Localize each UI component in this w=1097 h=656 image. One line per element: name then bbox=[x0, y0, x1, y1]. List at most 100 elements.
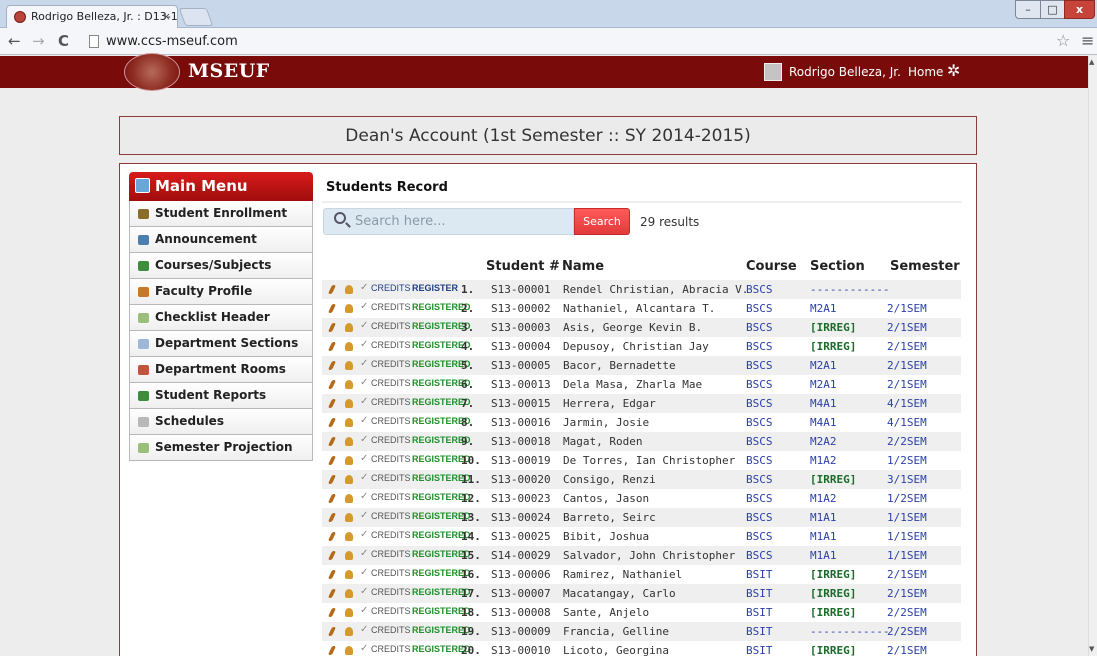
semester-link[interactable]: 1/2SEM bbox=[887, 492, 927, 505]
sidebar-item-courses-subjects[interactable]: Courses/Subjects bbox=[129, 253, 313, 279]
section-link[interactable]: [IRREG] bbox=[810, 606, 856, 619]
student-profile-icon[interactable] bbox=[345, 437, 353, 446]
credits-link[interactable]: CREDITS bbox=[371, 340, 411, 350]
student-profile-icon[interactable] bbox=[345, 494, 353, 503]
student-profile-icon[interactable] bbox=[345, 589, 353, 598]
checkmark-icon[interactable]: ✓ bbox=[360, 472, 368, 483]
semester-link[interactable]: 1/1SEM bbox=[887, 511, 927, 524]
section-link[interactable]: M1A1 bbox=[810, 549, 837, 562]
search-input[interactable]: Search here... bbox=[323, 208, 574, 235]
edit-pencil-icon[interactable] bbox=[327, 513, 337, 522]
sidebar-item-schedules[interactable]: Schedules bbox=[129, 409, 313, 435]
checkmark-icon[interactable]: ✓ bbox=[360, 491, 368, 502]
semester-link[interactable]: 2/1SEM bbox=[887, 644, 927, 656]
checkmark-icon[interactable]: ✓ bbox=[360, 358, 368, 369]
credits-link[interactable]: CREDITS bbox=[371, 568, 411, 578]
student-profile-icon[interactable] bbox=[345, 418, 353, 427]
semester-link[interactable]: 2/1SEM bbox=[887, 568, 927, 581]
sidebar-item-faculty-profile[interactable]: Faculty Profile bbox=[129, 279, 313, 305]
credits-link[interactable]: CREDITS bbox=[371, 302, 411, 312]
section-link[interactable]: M1A2 bbox=[810, 454, 837, 467]
minimize-button[interactable]: – bbox=[1015, 0, 1041, 19]
semester-link[interactable]: 2/1SEM bbox=[887, 359, 927, 372]
section-link[interactable]: M1A2 bbox=[810, 492, 837, 505]
section-link[interactable]: ------------ bbox=[810, 283, 889, 296]
checkmark-icon[interactable]: ✓ bbox=[360, 415, 368, 426]
edit-pencil-icon[interactable] bbox=[327, 608, 337, 617]
course-link[interactable]: BSIT bbox=[746, 625, 773, 638]
edit-pencil-icon[interactable] bbox=[327, 551, 337, 560]
section-link[interactable]: [IRREG] bbox=[810, 568, 856, 581]
edit-pencil-icon[interactable] bbox=[327, 304, 337, 313]
semester-link[interactable]: 2/2SEM bbox=[887, 625, 927, 638]
sidebar-item-announcement[interactable]: Announcement bbox=[129, 227, 313, 253]
section-link[interactable]: M2A1 bbox=[810, 359, 837, 372]
section-link[interactable]: [IRREG] bbox=[810, 321, 856, 334]
site-logo-text[interactable]: MSEUF bbox=[188, 60, 270, 82]
bookmark-star-icon[interactable]: ☆ bbox=[1056, 31, 1070, 50]
new-tab-button[interactable] bbox=[178, 8, 214, 26]
credits-link[interactable]: CREDITS bbox=[371, 397, 411, 407]
semester-link[interactable]: 2/2SEM bbox=[887, 606, 927, 619]
section-link[interactable]: [IRREG] bbox=[810, 340, 856, 353]
checkmark-icon[interactable]: ✓ bbox=[360, 339, 368, 350]
semester-link[interactable]: 1/1SEM bbox=[887, 549, 927, 562]
edit-pencil-icon[interactable] bbox=[327, 570, 337, 579]
home-link[interactable]: Home bbox=[908, 65, 943, 79]
section-link[interactable]: M2A1 bbox=[810, 302, 837, 315]
checkmark-icon[interactable]: ✓ bbox=[360, 624, 368, 635]
credits-link[interactable]: CREDITS bbox=[371, 416, 411, 426]
browser-tab[interactable]: Rodrigo Belleza, Jr. : D13-1 × bbox=[6, 5, 178, 28]
checkmark-icon[interactable]: ✓ bbox=[360, 567, 368, 578]
edit-pencil-icon[interactable] bbox=[327, 418, 337, 427]
credits-link[interactable]: CREDITS bbox=[371, 549, 411, 559]
edit-pencil-icon[interactable] bbox=[327, 323, 337, 332]
tab-close-icon[interactable]: × bbox=[162, 6, 171, 28]
checkmark-icon[interactable]: ✓ bbox=[360, 510, 368, 521]
sidebar-item-department-rooms[interactable]: Department Rooms bbox=[129, 357, 313, 383]
checkmark-icon[interactable]: ✓ bbox=[360, 453, 368, 464]
course-link[interactable]: BSCS bbox=[746, 492, 773, 505]
student-profile-icon[interactable] bbox=[345, 361, 353, 370]
semester-link[interactable]: 4/1SEM bbox=[887, 397, 927, 410]
student-profile-icon[interactable] bbox=[345, 608, 353, 617]
student-profile-icon[interactable] bbox=[345, 513, 353, 522]
course-link[interactable]: BSIT bbox=[746, 587, 773, 600]
checkmark-icon[interactable]: ✓ bbox=[360, 434, 368, 445]
section-link[interactable]: M2A2 bbox=[810, 435, 837, 448]
window-close-button[interactable]: x bbox=[1064, 0, 1095, 19]
search-button[interactable]: Search bbox=[574, 208, 630, 235]
sidebar-item-student-reports[interactable]: Student Reports bbox=[129, 383, 313, 409]
checkmark-icon[interactable]: ✓ bbox=[360, 282, 368, 293]
course-link[interactable]: BSCS bbox=[746, 321, 773, 334]
student-profile-icon[interactable] bbox=[345, 285, 353, 294]
register-link[interactable]: REGISTER bbox=[412, 283, 458, 293]
edit-pencil-icon[interactable] bbox=[327, 285, 337, 294]
credits-link[interactable]: CREDITS bbox=[371, 378, 411, 388]
semester-link[interactable]: 2/1SEM bbox=[887, 378, 927, 391]
edit-pencil-icon[interactable] bbox=[327, 399, 337, 408]
course-link[interactable]: BSCS bbox=[746, 416, 773, 429]
credits-link[interactable]: CREDITS bbox=[371, 644, 411, 654]
url-input[interactable]: www.ccs-mseuf.com bbox=[86, 31, 1086, 52]
semester-link[interactable]: 2/1SEM bbox=[887, 587, 927, 600]
scroll-up-icon[interactable]: ▲ bbox=[1089, 58, 1094, 66]
course-link[interactable]: BSCS bbox=[746, 454, 773, 467]
maximize-button[interactable]: □ bbox=[1040, 0, 1065, 19]
course-link[interactable]: BSCS bbox=[746, 397, 773, 410]
student-profile-icon[interactable] bbox=[345, 551, 353, 560]
student-profile-icon[interactable] bbox=[345, 570, 353, 579]
edit-pencil-icon[interactable] bbox=[327, 475, 337, 484]
browser-menu-icon[interactable]: ≡ bbox=[1081, 31, 1094, 50]
sidebar-item-student-enrollment[interactable]: Student Enrollment bbox=[129, 201, 313, 227]
course-link[interactable]: BSIT bbox=[746, 644, 773, 656]
semester-link[interactable]: 2/1SEM bbox=[887, 340, 927, 353]
student-profile-icon[interactable] bbox=[345, 399, 353, 408]
course-link[interactable]: BSIT bbox=[746, 606, 773, 619]
section-link[interactable]: ------------ bbox=[810, 625, 889, 638]
checkmark-icon[interactable]: ✓ bbox=[360, 643, 368, 654]
section-link[interactable]: [IRREG] bbox=[810, 644, 856, 656]
student-profile-icon[interactable] bbox=[345, 380, 353, 389]
edit-pencil-icon[interactable] bbox=[327, 437, 337, 446]
checkmark-icon[interactable]: ✓ bbox=[360, 586, 368, 597]
